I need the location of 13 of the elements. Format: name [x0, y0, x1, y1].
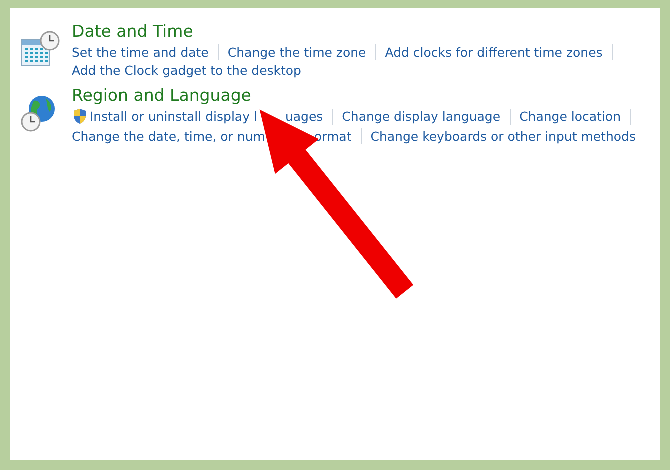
task-link[interactable]: Change the time zone — [228, 44, 366, 60]
task-link[interactable]: Install or uninstall display l — [90, 109, 258, 124]
task-link[interactable]: Add the Clock gadget to the desktop — [72, 63, 302, 78]
task-link[interactable]: ormat — [314, 128, 352, 144]
task-link[interactable]: uages — [285, 109, 324, 124]
task-link[interactable]: Change location — [520, 109, 621, 124]
task-link[interactable]: Change display language — [342, 109, 501, 124]
task-link[interactable]: Change the date, time, or num — [72, 128, 266, 144]
category-title[interactable]: Date and Time — [72, 22, 622, 41]
task-link[interactable]: Change keyboards or other input methods — [370, 128, 636, 144]
task-link[interactable]: Add clocks for different time zones — [385, 44, 603, 60]
task-link[interactable]: Set the time and date — [72, 44, 209, 60]
category-title[interactable]: Region and Language — [72, 86, 640, 105]
